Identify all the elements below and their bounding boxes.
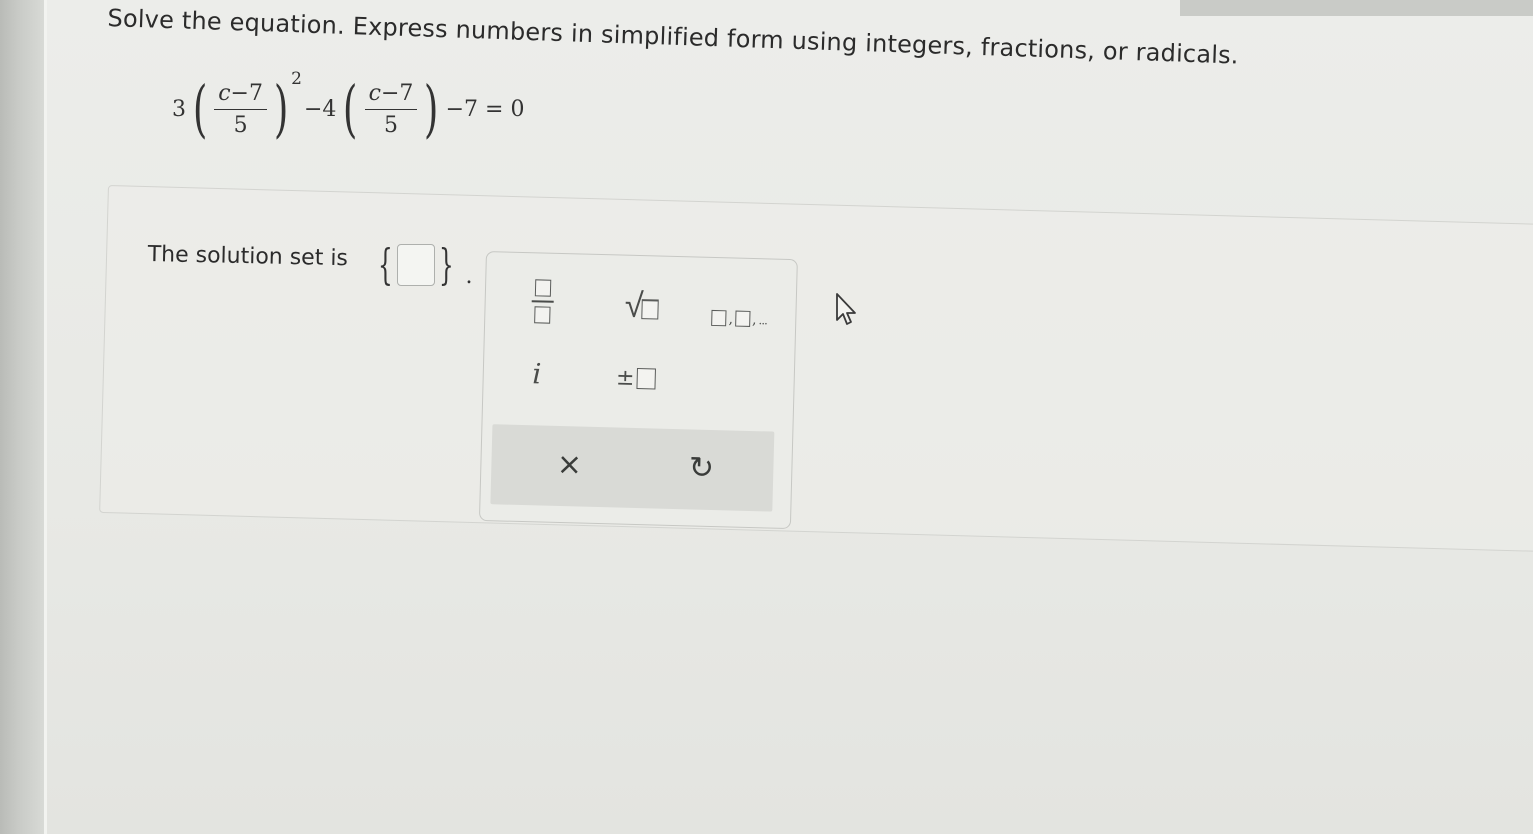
solution-label: The solution set is	[147, 242, 349, 272]
numerator-constant: −7	[380, 80, 414, 106]
equation: 3 ( c−7 5 ) 2 −4 ( c−7 5 ) −7 = 0	[170, 69, 526, 145]
sqrt-button[interactable]: √	[611, 281, 672, 331]
coefficient-2: −4	[304, 96, 337, 122]
top-bar	[1180, 0, 1533, 16]
plus-minus-button[interactable]: ±	[605, 357, 666, 399]
fraction-denominator: 5	[384, 112, 399, 138]
answer-area	[99, 185, 1533, 554]
fraction-numerator: c−7	[364, 80, 418, 110]
plus-minus-box	[636, 367, 656, 389]
sqrt-box	[641, 299, 659, 320]
variable-c: c	[218, 80, 231, 106]
list-separator: ,	[751, 311, 757, 329]
open-brace: {	[378, 240, 393, 289]
fraction-denominator: 5	[233, 112, 248, 138]
math-palette: √ , , ... i ± × ↻	[478, 251, 798, 530]
fraction-icon	[534, 279, 552, 297]
clear-icon: ×	[556, 446, 583, 483]
clear-button[interactable]: ×	[539, 437, 600, 491]
fraction-1: c−7 5	[214, 81, 267, 138]
close-brace: }	[438, 240, 454, 289]
coefficient-1: 3	[172, 96, 186, 122]
left-paren: (	[192, 72, 208, 145]
screen-bezel	[0, 0, 44, 834]
mouse-pointer-icon	[836, 293, 856, 325]
fraction-bar	[531, 300, 554, 303]
list-icon	[711, 309, 727, 327]
equation-tail: −7 = 0	[445, 96, 525, 122]
list-box	[734, 310, 751, 327]
palette-actions: × ↻	[490, 424, 775, 512]
fraction-box	[534, 306, 551, 324]
page-edge	[44, 0, 47, 834]
imaginary-icon: i	[531, 356, 542, 390]
numerator-constant: −7	[230, 80, 263, 106]
fraction-button[interactable]	[517, 273, 568, 330]
list-ellipsis: ...	[758, 313, 768, 328]
solution-set: { } .	[372, 240, 472, 289]
period: .	[465, 264, 473, 289]
imaginary-unit-button[interactable]: i	[511, 351, 562, 396]
variable-c: c	[368, 80, 381, 106]
exponent: 2	[291, 69, 302, 89]
right-paren: )	[273, 72, 289, 145]
left-paren: (	[343, 72, 358, 145]
right-paren: )	[424, 72, 439, 145]
list-button[interactable]: , , ...	[703, 292, 776, 328]
answer-input[interactable]	[396, 243, 435, 286]
plus-minus-icon: ±	[615, 364, 635, 391]
fraction-numerator: c−7	[214, 81, 267, 110]
list-separator: ,	[728, 311, 734, 328]
undo-icon: ↻	[688, 449, 715, 486]
undo-button[interactable]: ↻	[671, 441, 732, 495]
fraction-2: c−7 5	[364, 80, 418, 138]
